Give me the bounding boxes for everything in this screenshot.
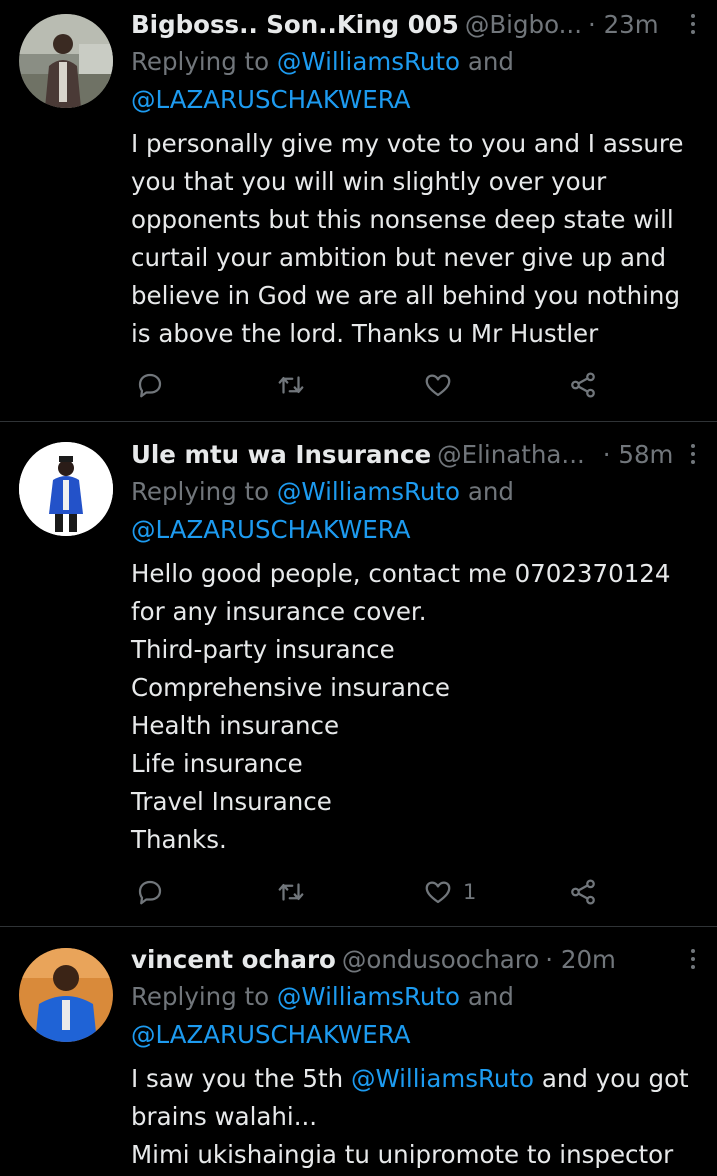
more-icon[interactable] (683, 5, 703, 43)
avatar[interactable] (19, 948, 113, 1042)
like-button[interactable]: 1 (423, 872, 476, 912)
like-icon (425, 374, 451, 397)
reply-icon (138, 880, 162, 905)
tweet-header: Bigboss.. Son..King 005 @Bigbo... · 23m (131, 5, 703, 43)
mention-link[interactable]: @WilliamsRuto (277, 477, 460, 506)
divider (0, 926, 717, 927)
like-button[interactable] (423, 365, 453, 405)
text-segment: and you got (534, 1064, 689, 1093)
timestamp[interactable]: · 58m (603, 440, 674, 469)
text-line: Life insurance (131, 749, 303, 778)
text-line: I saw you the 5th @WilliamsRuto and you … (131, 1060, 703, 1098)
retweet-button[interactable] (276, 365, 306, 405)
text-line: brains walahi... (131, 1102, 318, 1131)
mention-link[interactable]: @WilliamsRuto (277, 982, 460, 1011)
replying-to-label: Replying to (131, 982, 277, 1011)
user-handle[interactable]: @Elinatha... (437, 440, 585, 469)
retweet-icon (278, 883, 304, 901)
text-line: Third-party insurance (131, 635, 395, 664)
display-name[interactable]: Ule mtu wa Insurance (131, 440, 431, 469)
replying-to-label: Replying to (131, 47, 277, 76)
avatar[interactable] (19, 442, 113, 536)
reply-button[interactable] (135, 365, 165, 405)
replying-to-and: and (460, 477, 514, 506)
text-line: Mimi ukishaingia tu unipromote to inspec… (131, 1140, 674, 1169)
replying-to-and: and (460, 47, 514, 76)
user-handle[interactable]: @Bigbo... (465, 10, 582, 39)
replying-to: Replying to @WilliamsRuto and @LAZARUSCH… (131, 43, 703, 119)
display-name[interactable]: vincent ocharo (131, 945, 336, 974)
tweet-header: Ule mtu wa Insurance @Elinatha... · 58m (131, 435, 703, 473)
like-icon (425, 881, 451, 904)
mention-link[interactable]: @WilliamsRuto (277, 47, 460, 76)
share-icon (571, 879, 595, 905)
tweet-text: I saw you the 5th @WilliamsRuto and you … (131, 1060, 703, 1174)
mention-link[interactable]: @LAZARUSCHAKWERA (131, 85, 411, 114)
share-icon (571, 372, 595, 398)
text-line: Hello good people, contact me 0702370124 (131, 559, 671, 588)
replying-to-label: Replying to (131, 477, 277, 506)
text-segment: I saw you the 5th (131, 1064, 351, 1093)
retweet-button[interactable] (276, 872, 306, 912)
like-count: 1 (463, 880, 477, 904)
divider (0, 421, 717, 422)
text-line: Comprehensive insurance (131, 673, 450, 702)
tweet-text: Hello good people, contact me 0702370124… (131, 555, 703, 859)
replying-to: Replying to @WilliamsRuto and @LAZARUSCH… (131, 473, 703, 549)
share-button[interactable] (568, 365, 598, 405)
mention-link[interactable]: @LAZARUSCHAKWERA (131, 515, 411, 544)
user-handle[interactable]: @ondusoocharo (342, 945, 539, 974)
mention-link[interactable]: @LAZARUSCHAKWERA (131, 1020, 411, 1049)
retweet-icon (278, 376, 304, 394)
reply-icon (138, 373, 162, 398)
reply-button[interactable] (135, 872, 165, 912)
text-line: for any insurance cover. (131, 597, 427, 626)
avatar[interactable] (19, 14, 113, 108)
more-icon[interactable] (683, 435, 703, 473)
display-name[interactable]: Bigboss.. Son..King 005 (131, 10, 459, 39)
tweet-header: vincent ocharo @ondusoocharo · 20m (131, 940, 703, 978)
more-icon[interactable] (683, 940, 703, 978)
timestamp[interactable]: · 23m (588, 10, 659, 39)
share-button[interactable] (568, 872, 598, 912)
mention-link[interactable]: @WilliamsRuto (351, 1064, 534, 1093)
timestamp[interactable]: · 20m (545, 945, 616, 974)
replying-to: Replying to @WilliamsRuto and @LAZARUSCH… (131, 978, 703, 1054)
text-line: Health insurance (131, 711, 340, 740)
tweet-text: I personally give my vote to you and I a… (131, 129, 684, 348)
text-line: Thanks. (131, 825, 227, 854)
replying-to-and: and (460, 982, 514, 1011)
text-line: Travel Insurance (131, 787, 332, 816)
